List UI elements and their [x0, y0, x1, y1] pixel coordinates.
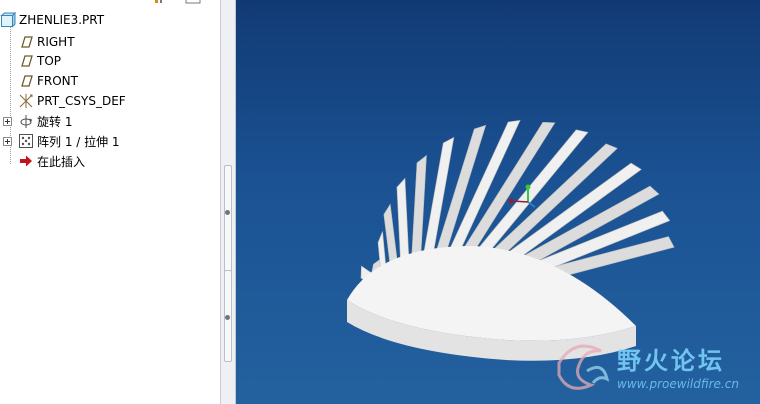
tree-item-csys[interactable]: PRT_CSYS_DEF [18, 91, 126, 111]
tree-item-label: 阵列 1 / 拉伸 1 [37, 134, 120, 149]
model-tree-panel: ZHENLIE3.PRT RIGHT TOP FRONT PRT_CSYS_DE… [0, 0, 221, 404]
tree-item-label: FRONT [37, 74, 78, 88]
swirl-logo-icon [557, 344, 610, 390]
datum-plane-icon [18, 53, 34, 69]
datum-plane-icon [18, 73, 34, 89]
pattern-icon [18, 133, 34, 149]
tree-root-item[interactable]: ZHENLIE3.PRT [0, 10, 104, 30]
watermark-title: 野火论坛 [617, 347, 725, 375]
tree-item-right[interactable]: RIGHT [18, 32, 75, 52]
expand-toggle-pattern[interactable] [3, 137, 12, 146]
expand-toggle-revolve[interactable] [3, 117, 12, 126]
datum-plane-icon [18, 34, 34, 50]
splitter-grip-dot [225, 210, 230, 215]
toolbar-icons-partial [150, 0, 220, 4]
tree-item-revolve[interactable]: 旋转 1 [18, 111, 72, 131]
part-icon [0, 12, 16, 28]
tree-item-top[interactable]: TOP [18, 51, 61, 71]
tree-item-pattern[interactable]: 阵列 1 / 拉伸 1 [18, 131, 120, 151]
panel-splitter[interactable] [221, 0, 236, 404]
tree-item-label: PRT_CSYS_DEF [37, 94, 126, 108]
forum-watermark: 野火论坛 www.proewildfire.cn [545, 335, 760, 404]
tree-item-label: TOP [37, 54, 62, 68]
watermark-url: www.proewildfire.cn [617, 377, 739, 391]
root-label: ZHENLIE3.PRT [19, 13, 105, 27]
revolve-icon [18, 113, 34, 129]
tree-item-label: 旋转 1 [37, 114, 73, 129]
tree-item-front[interactable]: FRONT [18, 71, 78, 91]
tree-item-label: RIGHT [37, 35, 75, 49]
insert-here-arrow-icon [18, 153, 34, 169]
coordinate-system-icon [18, 93, 34, 109]
tree-item-insert-here[interactable]: 在此插入 [18, 151, 85, 171]
splitter-grip-dot [225, 315, 230, 320]
tree-item-label: 在此插入 [37, 154, 86, 169]
